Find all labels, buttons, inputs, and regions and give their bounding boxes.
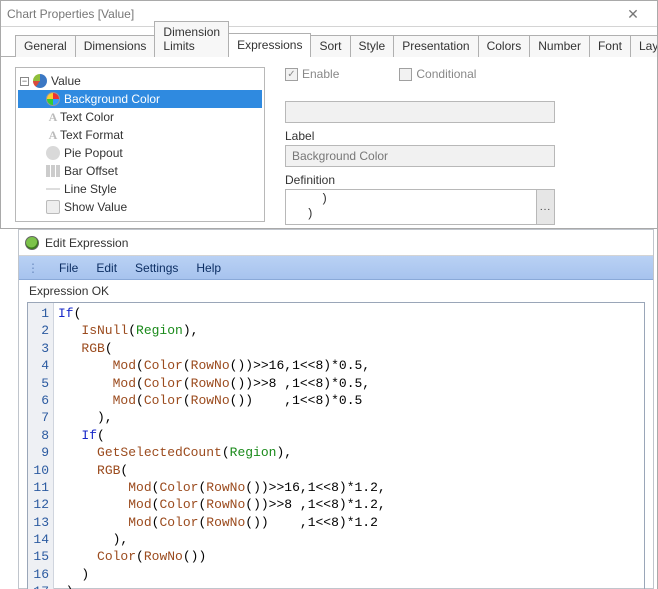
tree-item-label: Show Value <box>64 200 127 214</box>
properties-panel: Enable Conditional Label Background Colo… <box>285 67 643 247</box>
qlikview-icon <box>25 236 39 250</box>
conditional-input[interactable] <box>285 101 555 123</box>
collapse-icon[interactable]: − <box>20 77 29 86</box>
menu-help[interactable]: Help <box>196 261 221 275</box>
enable-checkbox[interactable] <box>285 68 298 81</box>
label-field-label: Label <box>285 129 643 143</box>
tree-item-text-color[interactable]: AText Color <box>18 108 262 126</box>
enable-label: Enable <box>302 67 339 81</box>
tab-sort[interactable]: Sort <box>310 35 350 57</box>
line-gutter: 1234567891011121314151617 <box>28 303 54 589</box>
expression-status: Expression OK <box>19 280 653 300</box>
definition-expand-button[interactable]: ... <box>536 190 554 224</box>
label-input[interactable]: Background Color <box>285 145 555 167</box>
expression-tree[interactable]: − Value Background ColorAText ColorAText… <box>15 67 265 222</box>
definition-input[interactable]: ) ) ... <box>285 189 555 225</box>
conditional-label: Conditional <box>416 67 476 81</box>
close-icon[interactable]: ✕ <box>615 1 651 27</box>
menu-bar: ⋮ File Edit Settings Help <box>19 256 653 280</box>
popout-icon <box>46 146 60 160</box>
tree-item-show-value[interactable]: Show Value <box>18 198 262 216</box>
menu-edit[interactable]: Edit <box>96 261 117 275</box>
show-icon <box>46 200 60 214</box>
expression-editor[interactable]: 1234567891011121314151617 If( IsNull(Reg… <box>27 302 645 589</box>
tab-general[interactable]: General <box>15 35 76 57</box>
dialog-title: Chart Properties [Value] <box>7 1 615 27</box>
tree-item-label: Bar Offset <box>64 164 118 178</box>
A-icon: A <box>46 128 60 143</box>
tab-style[interactable]: Style <box>350 35 395 57</box>
edit-expression-title: Edit Expression <box>45 236 128 250</box>
chart-properties-titlebar[interactable]: Chart Properties [Value] ✕ <box>1 1 657 27</box>
tree-item-text-format[interactable]: AText Format <box>18 126 262 144</box>
palette-icon <box>46 92 60 106</box>
conditional-checkbox[interactable] <box>399 68 412 81</box>
tree-item-label: Text Format <box>60 128 123 142</box>
menu-grip-icon: ⋮ <box>27 261 37 275</box>
menu-file[interactable]: File <box>59 261 78 275</box>
tab-expressions[interactable]: Expressions <box>228 33 311 57</box>
tree-root[interactable]: − Value <box>18 72 262 90</box>
tab-font[interactable]: Font <box>589 35 631 57</box>
tree-item-line-style[interactable]: Line Style <box>18 180 262 198</box>
tree-item-label: Background Color <box>64 92 160 106</box>
label-input-value: Background Color <box>292 149 388 163</box>
tab-bar: GeneralDimensionsDimension LimitsExpress… <box>1 27 657 57</box>
tree-item-label: Line Style <box>64 182 117 196</box>
tab-colors[interactable]: Colors <box>478 35 531 57</box>
A-icon: A <box>46 110 60 125</box>
tab-presentation[interactable]: Presentation <box>393 35 478 57</box>
tab-layout[interactable]: Layout <box>630 35 658 57</box>
tree-item-label: Text Color <box>60 110 114 124</box>
tree-item-bar-offset[interactable]: Bar Offset <box>18 162 262 180</box>
code-area[interactable]: If( IsNull(Region), RGB( Mod(Color(RowNo… <box>54 303 644 589</box>
bar-icon <box>46 165 60 177</box>
tab-dimensions[interactable]: Dimensions <box>75 35 156 57</box>
line-icon <box>46 183 60 195</box>
menu-settings[interactable]: Settings <box>135 261 178 275</box>
tab-dimension-limits[interactable]: Dimension Limits <box>154 21 229 57</box>
tree-item-background-color[interactable]: Background Color <box>18 90 262 108</box>
edit-expression-titlebar[interactable]: Edit Expression <box>19 230 653 256</box>
definition-text: ) ) <box>286 190 536 224</box>
tree-root-label: Value <box>51 74 81 88</box>
pie-chart-icon <box>33 74 47 88</box>
tree-item-pie-popout[interactable]: Pie Popout <box>18 144 262 162</box>
edit-expression-dialog: Edit Expression ⋮ File Edit Settings Hel… <box>18 229 654 589</box>
chart-properties-dialog: Chart Properties [Value] ✕ GeneralDimens… <box>0 0 658 229</box>
tab-number[interactable]: Number <box>529 35 590 57</box>
definition-field-label: Definition <box>285 173 643 187</box>
tree-item-label: Pie Popout <box>64 146 123 160</box>
